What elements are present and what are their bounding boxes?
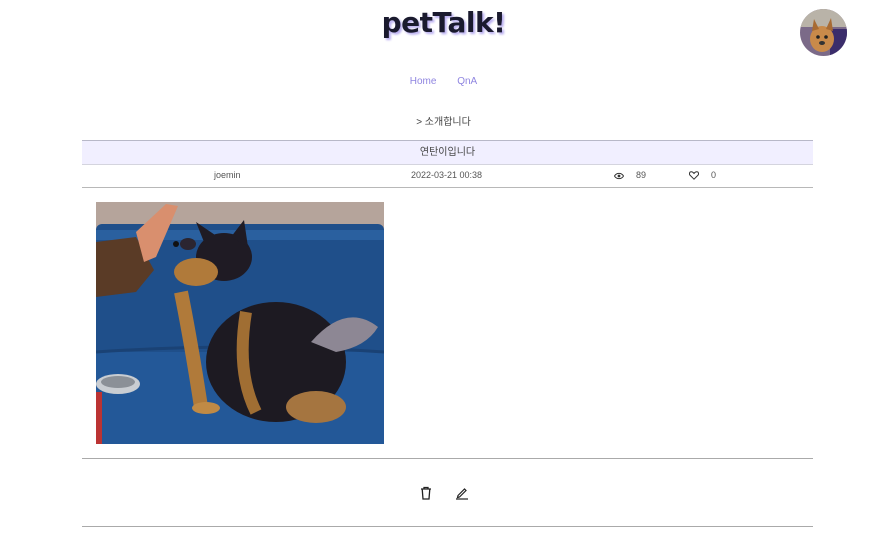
breadcrumb: > 소개합니다 — [416, 117, 471, 128]
post-date: 2022-03-21 00:38 — [411, 170, 483, 180]
nav-qna-link[interactable]: QnA — [457, 76, 477, 87]
trash-icon[interactable] — [420, 486, 432, 500]
dog-photo-image — [96, 202, 384, 444]
view-count: 89 — [614, 164, 646, 187]
post-photo — [96, 202, 384, 444]
edit-button[interactable] — [453, 484, 471, 502]
view-count-value: 89 — [636, 170, 647, 180]
user-avatar[interactable] — [800, 9, 847, 56]
avatar-dog-image — [800, 9, 847, 56]
site-logo[interactable]: petTalk! — [0, 6, 887, 39]
footer-divider — [82, 526, 813, 527]
post-title: 연탄이입니다 — [82, 140, 813, 165]
eye-icon — [614, 172, 624, 179]
content-divider — [82, 458, 813, 459]
post-actions — [0, 484, 887, 502]
post-author: joemin — [214, 170, 241, 180]
pencil-icon[interactable] — [455, 486, 469, 500]
main-nav: Home QnA — [0, 76, 887, 87]
like-count-value: 0 — [711, 170, 717, 180]
like-count[interactable]: 0 — [689, 164, 716, 187]
post-meta: joemin 2022-03-21 00:38 89 0 — [82, 164, 813, 188]
nav-home-link[interactable]: Home — [410, 76, 437, 87]
delete-button[interactable] — [417, 484, 435, 502]
heart-icon[interactable] — [689, 171, 699, 180]
